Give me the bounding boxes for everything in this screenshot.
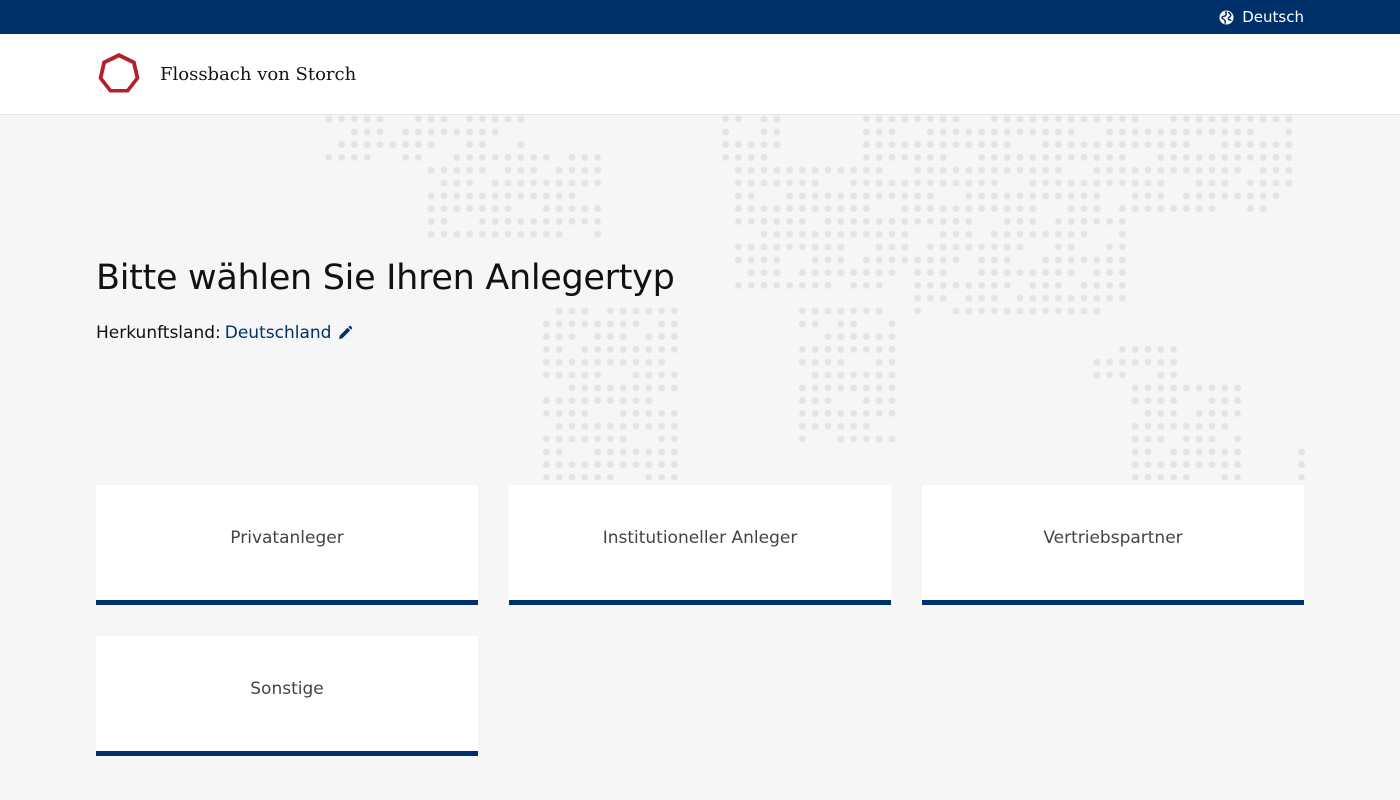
- country-label: Herkunftsland:: [96, 323, 221, 343]
- heptagon-logo: [98, 53, 140, 93]
- top-bar: Deutsch: [0, 0, 1400, 34]
- origin-country: Herkunftsland: Deutschland: [96, 323, 353, 343]
- brand-name: Flossbach von Storch: [160, 63, 357, 85]
- page-title: Bitte wählen Sie Ihren Anlegertyp: [96, 258, 675, 298]
- card-label: Privatanleger: [230, 527, 344, 548]
- pencil-icon[interactable]: [337, 325, 353, 341]
- card-label: Sonstige: [250, 678, 324, 699]
- card-label: Vertriebspartner: [1043, 527, 1183, 548]
- brand-logo-link[interactable]: Flossbach von Storch: [96, 51, 356, 97]
- language-selector[interactable]: Deutsch: [1219, 0, 1304, 34]
- investor-type-card-other[interactable]: Sonstige: [96, 636, 478, 756]
- investor-type-card-privatanleger[interactable]: Privatanleger: [96, 485, 478, 605]
- site-header: Flossbach von Storch: [0, 34, 1400, 115]
- investor-type-card-distribution-partner[interactable]: Vertriebspartner: [922, 485, 1304, 605]
- card-label: Institutioneller Anleger: [602, 527, 798, 548]
- globe-icon: [1219, 9, 1234, 25]
- country-link[interactable]: Deutschland: [225, 323, 332, 343]
- investor-type-card-institutional[interactable]: Institutioneller Anleger: [509, 485, 891, 605]
- language-label: Deutsch: [1242, 8, 1304, 26]
